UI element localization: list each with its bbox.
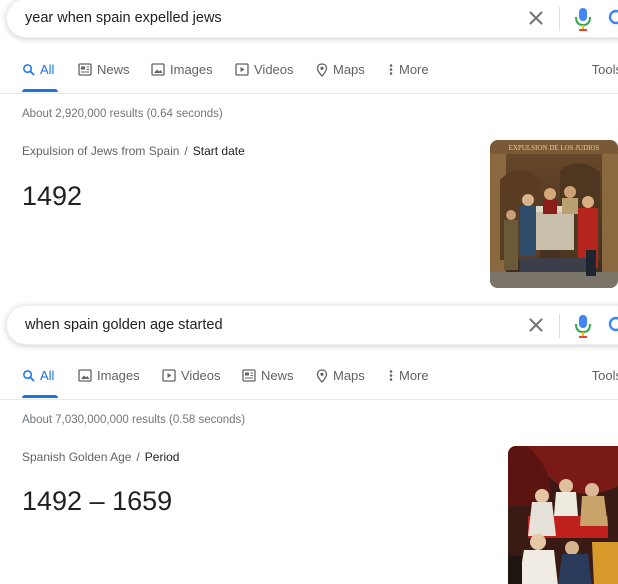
tab-label: All	[40, 368, 55, 383]
tab-label: Videos	[254, 62, 294, 77]
tab-label: News	[97, 62, 130, 77]
search-input[interactable]: year when spain expelled jews	[25, 10, 222, 26]
answer-breadcrumb: Spanish Golden Age / Period	[22, 450, 179, 464]
map-pin-icon	[316, 369, 328, 383]
tab-all[interactable]: All	[22, 62, 58, 92]
close-icon[interactable]	[525, 314, 547, 336]
search-tabs: All News Images Videos Maps More Tools	[0, 62, 618, 92]
tab-images[interactable]: Images	[78, 368, 140, 398]
answer-entity-link[interactable]: Spanish Golden Age	[22, 450, 131, 464]
tools-button[interactable]: Tools	[592, 62, 618, 77]
breadcrumb-separator: /	[184, 144, 188, 158]
search-icon	[23, 370, 35, 382]
search-icon[interactable]	[607, 315, 618, 337]
tabs-divider	[0, 93, 618, 94]
video-icon	[162, 369, 176, 382]
breadcrumb-separator: /	[136, 450, 140, 464]
tab-label: More	[399, 368, 429, 383]
painting-caption: EXPULSION DE LOS JUDIOS	[509, 144, 600, 152]
search-bar-divider	[559, 7, 560, 31]
search-icon[interactable]	[607, 8, 618, 30]
tab-label: Images	[170, 62, 213, 77]
golden-age-painting-thumbnail[interactable]	[508, 446, 618, 584]
map-pin-icon	[316, 63, 328, 77]
microphone-icon[interactable]	[573, 6, 593, 32]
result-stats: About 7,030,000,000 results (0.58 second…	[22, 414, 246, 426]
tab-news[interactable]: News	[242, 368, 294, 398]
tab-news[interactable]: News	[78, 62, 130, 92]
search-bar-divider	[559, 314, 560, 338]
tools-button[interactable]: Tools	[592, 368, 618, 383]
search-tabs: All Images Videos News Maps More Tools	[0, 368, 618, 398]
tab-label: All	[40, 62, 55, 77]
answer-entity-link[interactable]: Expulsion of Jews from Spain	[22, 144, 179, 158]
search-results-panel-1: year when spain expelled jews All News I…	[0, 0, 618, 302]
news-icon	[242, 369, 256, 382]
painting-image: EXPULSION DE LOS JUDIOS	[490, 140, 618, 288]
microphone-icon[interactable]	[573, 313, 593, 339]
answer-value: 1492	[22, 181, 83, 211]
tab-label: Maps	[333, 368, 365, 383]
answer-attribute: Start date	[192, 144, 245, 158]
tab-label: News	[261, 368, 294, 383]
video-icon	[235, 63, 249, 76]
tab-maps[interactable]: Maps	[316, 62, 365, 92]
tab-all[interactable]: All	[22, 368, 58, 398]
search-icon	[23, 64, 35, 76]
search-bar[interactable]: year when spain expelled jews	[6, 0, 618, 38]
tabs-divider	[0, 399, 618, 400]
tab-label: More	[399, 62, 429, 77]
answer-value: 1492 – 1659	[22, 486, 173, 516]
tab-videos[interactable]: Videos	[235, 62, 294, 92]
more-vert-icon	[389, 370, 393, 381]
tab-images[interactable]: Images	[151, 62, 213, 92]
result-stats: About 2,920,000 results (0.64 seconds)	[22, 108, 223, 120]
tab-label: Videos	[181, 368, 221, 383]
tab-maps[interactable]: Maps	[316, 368, 365, 398]
answer-breadcrumb: Expulsion of Jews from Spain / Start date	[22, 144, 245, 158]
tab-videos[interactable]: Videos	[162, 368, 221, 398]
news-icon	[78, 63, 92, 76]
answer-attribute: Period	[144, 450, 180, 464]
search-bar[interactable]: when spain golden age started	[6, 305, 618, 345]
image-icon	[151, 63, 165, 76]
tab-more[interactable]: More	[388, 368, 429, 398]
more-vert-icon	[389, 64, 393, 75]
tab-label: Maps	[333, 62, 365, 77]
close-icon[interactable]	[525, 7, 547, 29]
image-icon	[78, 369, 92, 382]
search-results-panel-2: when spain golden age started All Images…	[0, 302, 618, 584]
painting-image	[508, 446, 618, 584]
tab-label: Images	[97, 368, 140, 383]
search-input[interactable]: when spain golden age started	[25, 317, 223, 333]
tab-more[interactable]: More	[388, 62, 429, 92]
expulsion-painting-thumbnail[interactable]: EXPULSION DE LOS JUDIOS	[490, 140, 618, 288]
